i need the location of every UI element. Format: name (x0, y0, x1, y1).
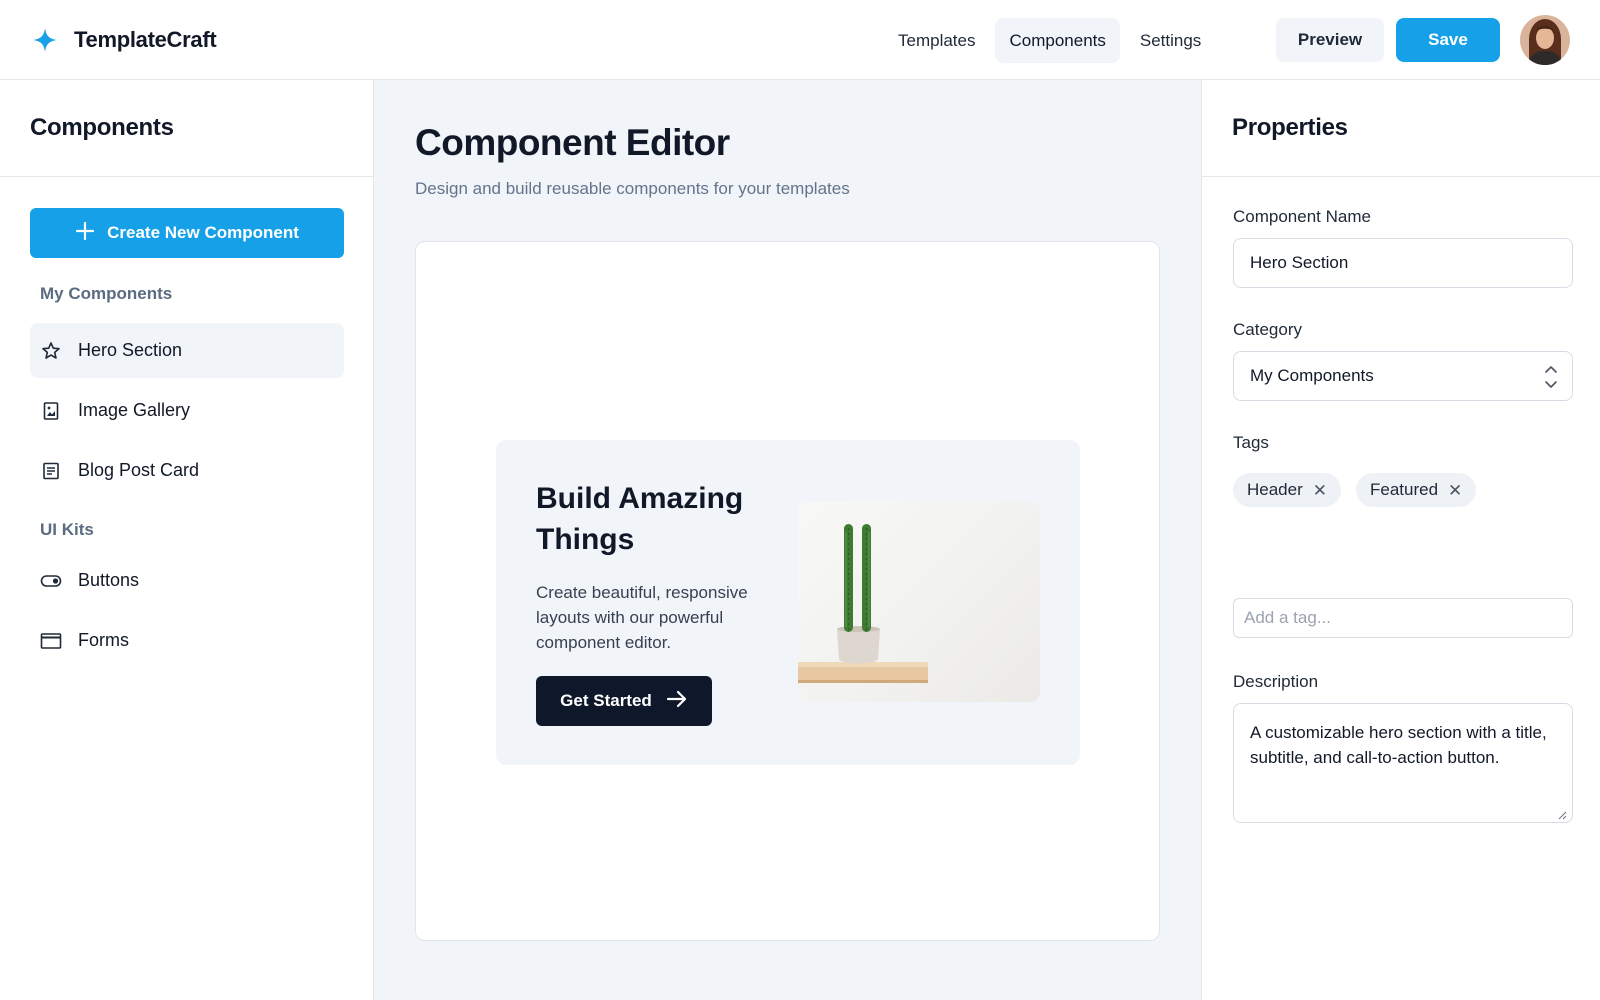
page-title: Component Editor (415, 122, 730, 163)
editor-main: Component Editor Design and build reusab… (375, 80, 1200, 1000)
section-my-components: My Components (40, 284, 173, 303)
nav-components[interactable]: Components (995, 18, 1120, 63)
sidebar-item-forms[interactable]: Forms (30, 613, 344, 668)
sidebar-item-label: Image Gallery (78, 400, 191, 420)
sidebar-title: Components (30, 114, 174, 141)
properties-header: Properties (1202, 80, 1600, 177)
plus-icon (75, 221, 95, 246)
properties-title: Properties (1232, 114, 1348, 141)
tag-label: Featured (1370, 480, 1439, 499)
create-component-label: Create New Component (107, 223, 299, 242)
toggle-icon (40, 570, 62, 592)
image-icon (40, 400, 62, 422)
add-tag-input[interactable] (1233, 598, 1573, 638)
section-ui-kits: UI Kits (40, 520, 94, 539)
description-textarea[interactable]: A customizable hero section with a title… (1233, 703, 1573, 823)
brand[interactable]: TemplateCraft (30, 22, 217, 58)
avatar[interactable] (1520, 15, 1570, 65)
nav-settings[interactable]: Settings (1126, 18, 1215, 63)
create-component-button[interactable]: Create New Component (30, 208, 344, 258)
resize-handle-icon[interactable] (1557, 807, 1567, 820)
tag-header: Header ✕ (1233, 473, 1342, 507)
sidebar-item-label: Hero Section (78, 340, 183, 360)
close-icon[interactable]: ✕ (1313, 482, 1327, 499)
category-value: My Components (1250, 366, 1374, 385)
tag-label: Header (1247, 480, 1303, 499)
category-select[interactable]: My Components (1233, 351, 1573, 401)
window-icon (40, 630, 62, 652)
tag-featured: Featured ✕ (1356, 473, 1477, 507)
sidebar-item-label: Forms (78, 630, 129, 650)
description-label: Description (1233, 672, 1319, 691)
category-label: Category (1233, 320, 1302, 339)
arrow-right-icon (666, 689, 688, 714)
properties-panel: Properties Component Name Hero Section C… (1201, 80, 1600, 1000)
chevron-up-down-icon (1544, 364, 1558, 390)
components-sidebar: Components Create New Component My Compo… (0, 80, 374, 1000)
cactus-image (798, 502, 1040, 702)
get-started-button[interactable]: Get Started (536, 676, 712, 726)
editor-canvas[interactable]: Build Amazing Things Create beautiful, r… (415, 241, 1160, 941)
sidebar-header: Components (0, 80, 373, 177)
hero-subtitle[interactable]: Create beautiful, responsive layouts wit… (536, 580, 776, 655)
sidebar-item-label: Blog Post Card (78, 460, 200, 480)
hero-preview[interactable]: Build Amazing Things Create beautiful, r… (496, 440, 1080, 765)
page-subtitle: Design and build reusable components for… (415, 179, 850, 198)
star-icon (40, 340, 62, 362)
component-name-field[interactable]: Hero Section (1233, 238, 1573, 288)
sidebar-item-image-gallery[interactable]: Image Gallery (30, 383, 344, 438)
hero-title[interactable]: Build Amazing Things (536, 478, 776, 560)
save-button[interactable]: Save (1396, 18, 1500, 62)
close-icon[interactable]: ✕ (1448, 482, 1462, 499)
preview-button[interactable]: Preview (1276, 18, 1384, 62)
tags-label: Tags (1233, 433, 1269, 452)
sidebar-item-buttons[interactable]: Buttons (30, 553, 344, 608)
document-icon (40, 460, 62, 482)
sidebar-item-label: Buttons (78, 570, 140, 590)
sidebar-item-blog-post-card[interactable]: Blog Post Card (30, 443, 344, 498)
sidebar-item-hero-section[interactable]: Hero Section (30, 323, 344, 378)
app-name: TemplateCraft (74, 27, 217, 52)
get-started-label: Get Started (560, 691, 652, 710)
top-navbar: TemplateCraft Templates Components Setti… (0, 0, 1600, 80)
main-nav: Templates Components Settings (884, 18, 1215, 63)
sparkle-icon (30, 25, 60, 55)
nav-templates[interactable]: Templates (884, 18, 989, 63)
component-name-label: Component Name (1233, 207, 1371, 226)
